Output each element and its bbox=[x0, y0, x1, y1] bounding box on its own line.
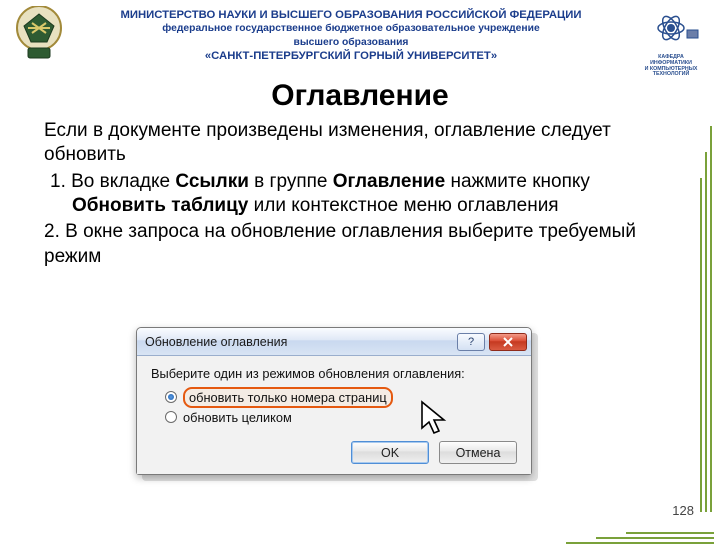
dept-caption: ТЕХНОЛОГИЙ bbox=[638, 72, 704, 78]
list-item-2: 2. В окне запроса на обновление оглавлен… bbox=[44, 220, 676, 269]
page-number: 128 bbox=[672, 503, 694, 518]
cancel-button[interactable]: Отмена bbox=[439, 441, 517, 464]
radio-icon bbox=[165, 411, 177, 423]
close-icon bbox=[502, 337, 514, 347]
radio-option-full[interactable]: обновить целиком bbox=[165, 407, 513, 427]
ok-button[interactable]: OK bbox=[351, 441, 429, 464]
close-button[interactable] bbox=[489, 333, 527, 351]
dialog-title: Обновление оглавления bbox=[145, 335, 453, 349]
option-2-label: обновить целиком bbox=[183, 410, 292, 425]
header-line-3: высшего образования bbox=[70, 36, 632, 49]
list-item-1: 1. Во вкладке Ссылки в группе Оглавление… bbox=[44, 170, 676, 219]
option-1-label: обновить только номера страниц bbox=[183, 387, 393, 408]
lead-paragraph: Если в документе произведены изменения, … bbox=[44, 119, 676, 168]
header-line-1: МИНИСТЕРСТВО НАУКИ И ВЫСШЕГО ОБРАЗОВАНИЯ… bbox=[70, 8, 632, 22]
help-button[interactable]: ? bbox=[457, 333, 485, 351]
dialog-prompt: Выберите один из режимов обновления огла… bbox=[151, 366, 517, 381]
header-line-4: «САНКТ-ПЕТЕРБУРГСКИЙ ГОРНЫЙ УНИВЕРСИТЕТ» bbox=[70, 49, 632, 63]
header-line-2: федеральное государственное бюджетное об… bbox=[70, 22, 632, 35]
department-emblem-icon: КАФЕДРА ИНФОРМАТИКИ И КОМПЬЮТЕРНЫХ ТЕХНО… bbox=[638, 6, 704, 76]
slide-header: МИНИСТЕРСТВО НАУКИ И ВЫСШЕГО ОБРАЗОВАНИЯ… bbox=[0, 0, 720, 76]
dialog-titlebar: Обновление оглавления ? bbox=[137, 328, 531, 356]
update-toc-dialog: Обновление оглавления ? Выберите один из… bbox=[136, 327, 532, 475]
header-text-block: МИНИСТЕРСТВО НАУКИ И ВЫСШЕГО ОБРАЗОВАНИЯ… bbox=[70, 6, 632, 63]
university-emblem-icon bbox=[14, 6, 64, 62]
slide-title: Оглавление bbox=[0, 79, 720, 113]
dialog-screenshot: Обновление оглавления ? Выберите один из… bbox=[136, 327, 532, 475]
slide-body: Если в документе произведены изменения, … bbox=[0, 113, 720, 269]
radio-icon bbox=[165, 391, 177, 403]
radio-option-pages-only[interactable]: обновить только номера страниц bbox=[165, 387, 513, 407]
